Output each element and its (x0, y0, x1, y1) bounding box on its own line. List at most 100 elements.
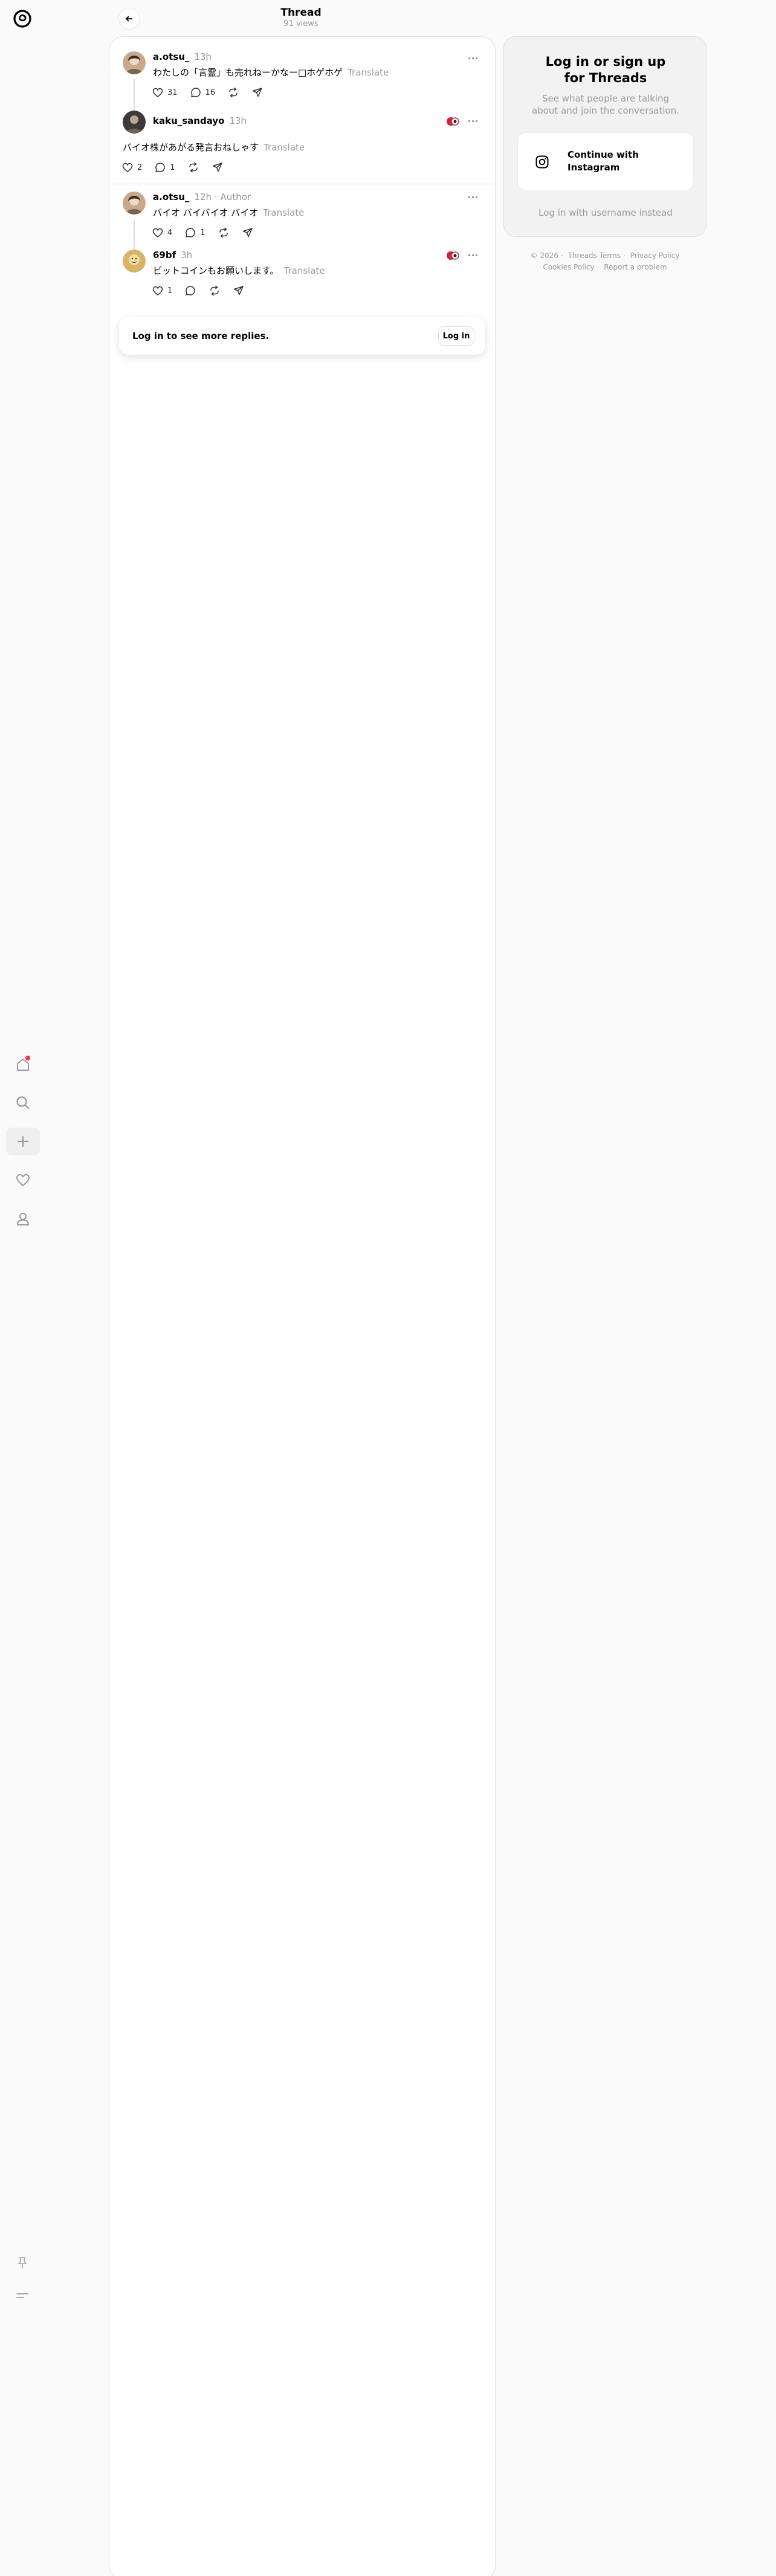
reply-button[interactable] (184, 285, 196, 297)
like-button[interactable]: 2 (121, 161, 142, 173)
repost-button[interactable] (187, 161, 199, 173)
copyright: © 2026 (530, 251, 558, 260)
heart-icon (152, 228, 163, 237)
like-button[interactable]: 31 (152, 86, 178, 98)
search-icon (16, 1096, 30, 1109)
profile-icon (17, 1213, 29, 1225)
nav-search-button[interactable] (6, 1089, 40, 1117)
signup-title: Log in or sign up for Threads (545, 54, 666, 85)
translate-link[interactable]: Translate (284, 265, 325, 276)
continue-with-instagram-button[interactable]: Continue with Instagram (517, 132, 694, 190)
heart-icon (152, 286, 163, 295)
nav-activity-button[interactable] (6, 1166, 40, 1194)
author-tag: · Author (215, 192, 251, 202)
post-actions: 2 1 (121, 160, 236, 175)
share-button[interactable] (212, 161, 224, 173)
login-button[interactable]: Log in (438, 326, 474, 346)
heart-icon (122, 163, 133, 172)
left-nav (0, 0, 46, 2576)
reply-button[interactable]: 1 (154, 161, 175, 173)
translate-link[interactable]: Translate (348, 67, 389, 78)
more-options-button[interactable] (465, 117, 480, 125)
avatar[interactable] (123, 51, 146, 74)
report-link[interactable]: Report a problem (604, 263, 667, 271)
like-button[interactable]: 4 (152, 227, 172, 239)
page-title: Thread (280, 7, 322, 19)
translate-link[interactable]: Translate (263, 207, 304, 218)
like-count: 31 (167, 88, 178, 97)
nav-create-button[interactable] (6, 1128, 40, 1155)
username-login-link[interactable]: Log in with username instead (504, 207, 707, 218)
terms-link[interactable]: Threads Terms (568, 251, 621, 260)
menu-button[interactable] (13, 2287, 31, 2305)
post-actions: 31 16 (152, 85, 276, 100)
post-text: ビットコインもお願いします。 Translate (153, 265, 325, 276)
plus-icon (17, 1135, 29, 1148)
username[interactable]: a.otsu_ (153, 51, 189, 62)
share-icon (212, 163, 222, 172)
post-text: わたしの「言霊」も売れねーかなー□ホゲホゲ Translate (153, 67, 389, 78)
login-prompt-card: Log in to see more replies. Log in (119, 317, 485, 355)
repost-button[interactable] (227, 86, 239, 98)
like-count: 2 (137, 163, 143, 172)
back-button[interactable] (118, 8, 140, 30)
reply-count: 16 (205, 88, 216, 97)
post-author[interactable]: kaku_sandayo 13h (153, 115, 247, 126)
repost-icon (189, 162, 198, 173)
comment-icon (186, 228, 196, 237)
like-count: 1 (167, 286, 173, 295)
share-icon (252, 88, 262, 97)
avatar[interactable] (123, 192, 146, 215)
thread-column: a.otsu_ 13h わたしの「言霊」も売れねーかなー□ホゲホゲ Translat… (109, 36, 496, 2576)
repost-icon (229, 87, 238, 98)
post-actions: 4 1 (152, 225, 266, 240)
threads-logo-icon[interactable] (12, 7, 33, 30)
comment-icon (186, 286, 196, 295)
cookies-link[interactable]: Cookies Policy (543, 263, 594, 271)
repost-icon (219, 227, 228, 238)
login-prompt-message: Log in to see more replies. (132, 331, 270, 341)
like-button[interactable]: 1 (152, 285, 172, 297)
signup-panel: Log in or sign up for Threads See what p… (503, 36, 706, 237)
more-options-button[interactable] (465, 251, 480, 259)
post-author[interactable]: a.otsu_ 13h (153, 51, 212, 62)
sticker-badge-icon (447, 117, 459, 126)
post-text: バイオ バイバイオ バイオ Translate (153, 207, 305, 218)
reply-button[interactable]: 16 (190, 86, 216, 98)
comment-icon (190, 88, 201, 97)
signup-subtitle: See what people are talking about and jo… (532, 93, 679, 116)
repost-button[interactable] (218, 227, 230, 239)
share-button[interactable] (233, 285, 245, 297)
more-options-button[interactable] (465, 193, 480, 201)
avatar[interactable] (123, 250, 146, 273)
nav-profile-button[interactable] (6, 1205, 40, 1233)
heart-icon (152, 88, 163, 97)
username[interactable]: a.otsu_ (153, 192, 189, 202)
username[interactable]: 69bf (153, 250, 176, 260)
more-options-button[interactable] (465, 54, 480, 62)
footer: © 2026 · Threads Terms · Privacy Policy Co… (530, 251, 680, 271)
arrow-left-icon (125, 16, 132, 22)
reply-count: 1 (170, 163, 175, 172)
pin-button[interactable] (13, 2254, 31, 2272)
username[interactable]: kaku_sandayo (153, 115, 224, 126)
post-time: 13h (194, 51, 212, 62)
repost-button[interactable] (209, 285, 221, 297)
nav-home-button[interactable] (6, 1051, 40, 1079)
pin-icon (18, 2257, 27, 2268)
avatar[interactable] (123, 111, 146, 134)
post-time: 12h (194, 192, 212, 202)
post-author[interactable]: 69bf 3h (153, 250, 192, 260)
share-icon (242, 228, 253, 237)
notification-dot (25, 1056, 30, 1060)
sticker-badge-icon (447, 251, 459, 260)
repost-icon (210, 285, 219, 296)
privacy-link[interactable]: Privacy Policy (630, 251, 680, 260)
translate-link[interactable]: Translate (264, 142, 305, 153)
reply-button[interactable]: 1 (184, 227, 205, 239)
post-time: 13h (229, 115, 247, 126)
view-count: 91 views (283, 19, 318, 28)
share-button[interactable] (251, 86, 264, 98)
post-author[interactable]: a.otsu_ 12h · Author (153, 192, 251, 202)
share-button[interactable] (242, 227, 254, 239)
